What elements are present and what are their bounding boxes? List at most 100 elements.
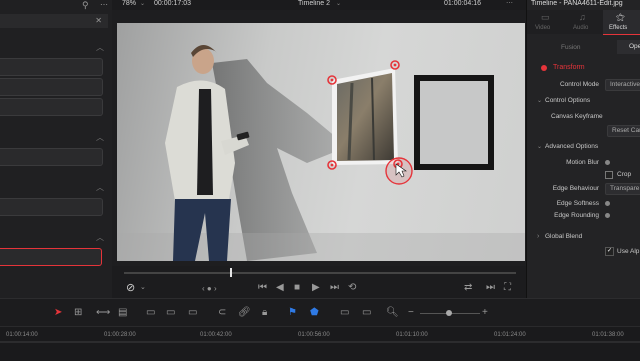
property-field[interactable] [0,58,103,76]
lock-icon[interactable]: 🔒︎ [262,308,267,318]
chevron-up-icon[interactable]: ︿ [96,232,104,243]
use-alpha-checkbox[interactable]: ✓ [605,247,614,256]
selection-tool-icon[interactable]: ➤ [54,308,62,318]
selected-field[interactable] [0,248,102,266]
insert-clip-icon[interactable]: ▭ [146,308,155,318]
link-icon[interactable]: 🔗︎ [238,308,251,318]
global-blend-header[interactable]: Global Blend [545,233,582,240]
control-mode-label: Control Mode [559,81,599,88]
chevron-up-icon[interactable]: ︿ [96,182,104,193]
audio-icon[interactable]: ♫ [579,12,586,22]
tab-video[interactable]: Video [535,25,550,31]
property-field[interactable] [0,78,103,96]
play-icon[interactable]: ▶ [312,283,320,293]
go-to-start-icon[interactable]: ⏮ [258,283,267,293]
ruler-tick: 01:01:38:00 [592,332,624,338]
snapping-icon[interactable]: ⊂ [218,308,226,318]
chevron-up-icon[interactable]: ︿ [96,132,104,143]
stop-icon[interactable]: ■ [294,283,300,293]
ruler-tick: 01:00:28:00 [104,332,136,338]
edge-softness-keyframe[interactable] [605,201,610,206]
viewer-header: 78% ⌄ 00:00:17:03 Timeline 2 ⌄ 01:00:04:… [112,0,526,10]
playhead[interactable] [230,268,232,277]
chevron-right-icon[interactable]: › [537,233,539,240]
step-back-icon[interactable]: ◀ [276,283,284,293]
go-to-end-icon[interactable]: ⏭ [330,283,339,293]
zoom-detail-icon[interactable]: ▭ [362,308,371,318]
chevron-down-icon[interactable]: ⌄ [537,143,542,150]
tab-audio[interactable]: Audio [573,25,588,31]
overwrite-clip-icon[interactable]: ▭ [166,308,175,318]
zoom-full-icon[interactable]: ▭ [340,308,349,318]
more-options-icon[interactable]: ⋯ [100,0,108,10]
trim-tool-icon[interactable]: ⊞ [74,308,82,318]
use-alpha-label: Use Alp [617,248,640,255]
crop-checkbox[interactable] [605,171,613,179]
match-frame-icon[interactable]: ⇄ [464,283,472,293]
edge-rounding-keyframe[interactable] [605,213,610,218]
motion-blur-keyframe[interactable] [605,160,610,165]
jog-control[interactable]: ‹ ● › [202,284,217,294]
ruler-tick: 01:01:24:00 [494,332,526,338]
motion-blur-label: Motion Blur [566,159,599,166]
effects-mode-icon[interactable]: ⊘ [126,283,135,294]
next-icon[interactable]: ⏭ [486,283,495,293]
search-field[interactable]: ✕ [0,14,108,28]
ruler-tick: 01:00:56:00 [298,332,330,338]
zoom-in-icon[interactable]: + [482,308,488,318]
canvas-keyframe-label: Canvas Keyframe [551,113,603,120]
chevron-down-icon[interactable]: ⌄ [537,97,542,104]
subtab-fusion[interactable]: Fusion [561,44,581,51]
timeline-toolbar: ➤ ⊞ ⟷ ▤ ▭ ▭ ▭ ⊂ 🔗︎ 🔒︎ ⚑ ⬟ ▭ ▭ 🔍︎ − + [0,298,640,327]
viewer [112,10,526,266]
more-options-icon[interactable]: ⋯ [506,0,513,8]
control-mode-select[interactable]: Interactive [605,79,640,91]
transform-toggle[interactable] [541,65,547,71]
inspector-title: Timeline - PANA4611-Edit.jpg [531,0,623,7]
dynamic-trim-icon[interactable]: ⟷ [96,308,110,318]
edge-behaviour-label: Edge Behaviour [552,185,599,192]
edge-softness-label: Edge Softness [556,200,599,207]
zoom-slider-handle[interactable] [446,310,452,316]
subtab-open[interactable]: Ope [617,40,640,54]
forest-image [337,73,394,161]
source-timecode: 00:00:17:03 [154,0,191,7]
scrubber-track[interactable] [124,272,516,274]
chevron-down-icon[interactable]: ⌄ [140,283,146,293]
advanced-options-header[interactable]: Advanced Options [545,143,598,150]
reset-button[interactable]: Reset Can [607,125,640,137]
ruler-tick: 01:01:10:00 [396,332,428,338]
fullscreen-icon[interactable]: ⛶ [504,283,511,293]
video-frame[interactable] [117,23,525,261]
replace-clip-icon[interactable]: ▭ [188,308,197,318]
blade-tool-icon[interactable]: ▤ [118,308,127,318]
left-panel: ⚲ ⋯ ✕ ︿ ︿ ︿ ︿ [0,0,113,298]
zoom-out-icon[interactable]: − [408,308,414,318]
property-field[interactable] [0,98,103,116]
chevron-up-icon[interactable]: ︿ [96,42,104,53]
tab-effects[interactable]: ⚝ Effects [603,10,640,35]
transport-bar: ⊘ ⌄ ‹ ● › ⏮ ◀ ■ ▶ ⏭ ⟲ ⇄ ⏭ ⛶ [112,266,526,298]
timeline-name[interactable]: Timeline 2 [298,0,330,8]
zoom-custom-icon[interactable]: 🔍︎ [386,308,399,318]
inspector-tabs: ▭ Video ♫ Audio ⚝ Effects [527,10,640,35]
edge-rounding-label: Edge Rounding [554,212,599,219]
timeline-ruler[interactable]: 01:00:14:00 01:00:28:00 01:00:42:00 01:0… [0,326,640,361]
tab-effects-label: Effects [609,25,628,31]
transform-header[interactable]: Transform [553,64,585,71]
zoom-level[interactable]: 78% [122,0,136,8]
property-field[interactable] [0,198,103,216]
video-icon[interactable]: ▭ [541,12,550,23]
chevron-down-icon[interactable]: ⌄ [336,0,341,8]
property-field[interactable] [0,148,103,166]
search-icon[interactable]: ⚲ [82,0,89,10]
record-timecode: 01:00:04:16 [444,0,481,7]
loop-icon[interactable]: ⟲ [348,283,356,293]
chevron-down-icon[interactable]: ⌄ [140,0,145,8]
control-options-header[interactable]: Control Options [545,97,590,104]
marker-icon[interactable]: ⬟ [310,308,319,318]
edge-behaviour-select[interactable]: Transpare [605,183,640,195]
flag-icon[interactable]: ⚑ [288,308,297,318]
crop-label: Crop [617,171,632,178]
close-icon[interactable]: ✕ [95,16,102,26]
